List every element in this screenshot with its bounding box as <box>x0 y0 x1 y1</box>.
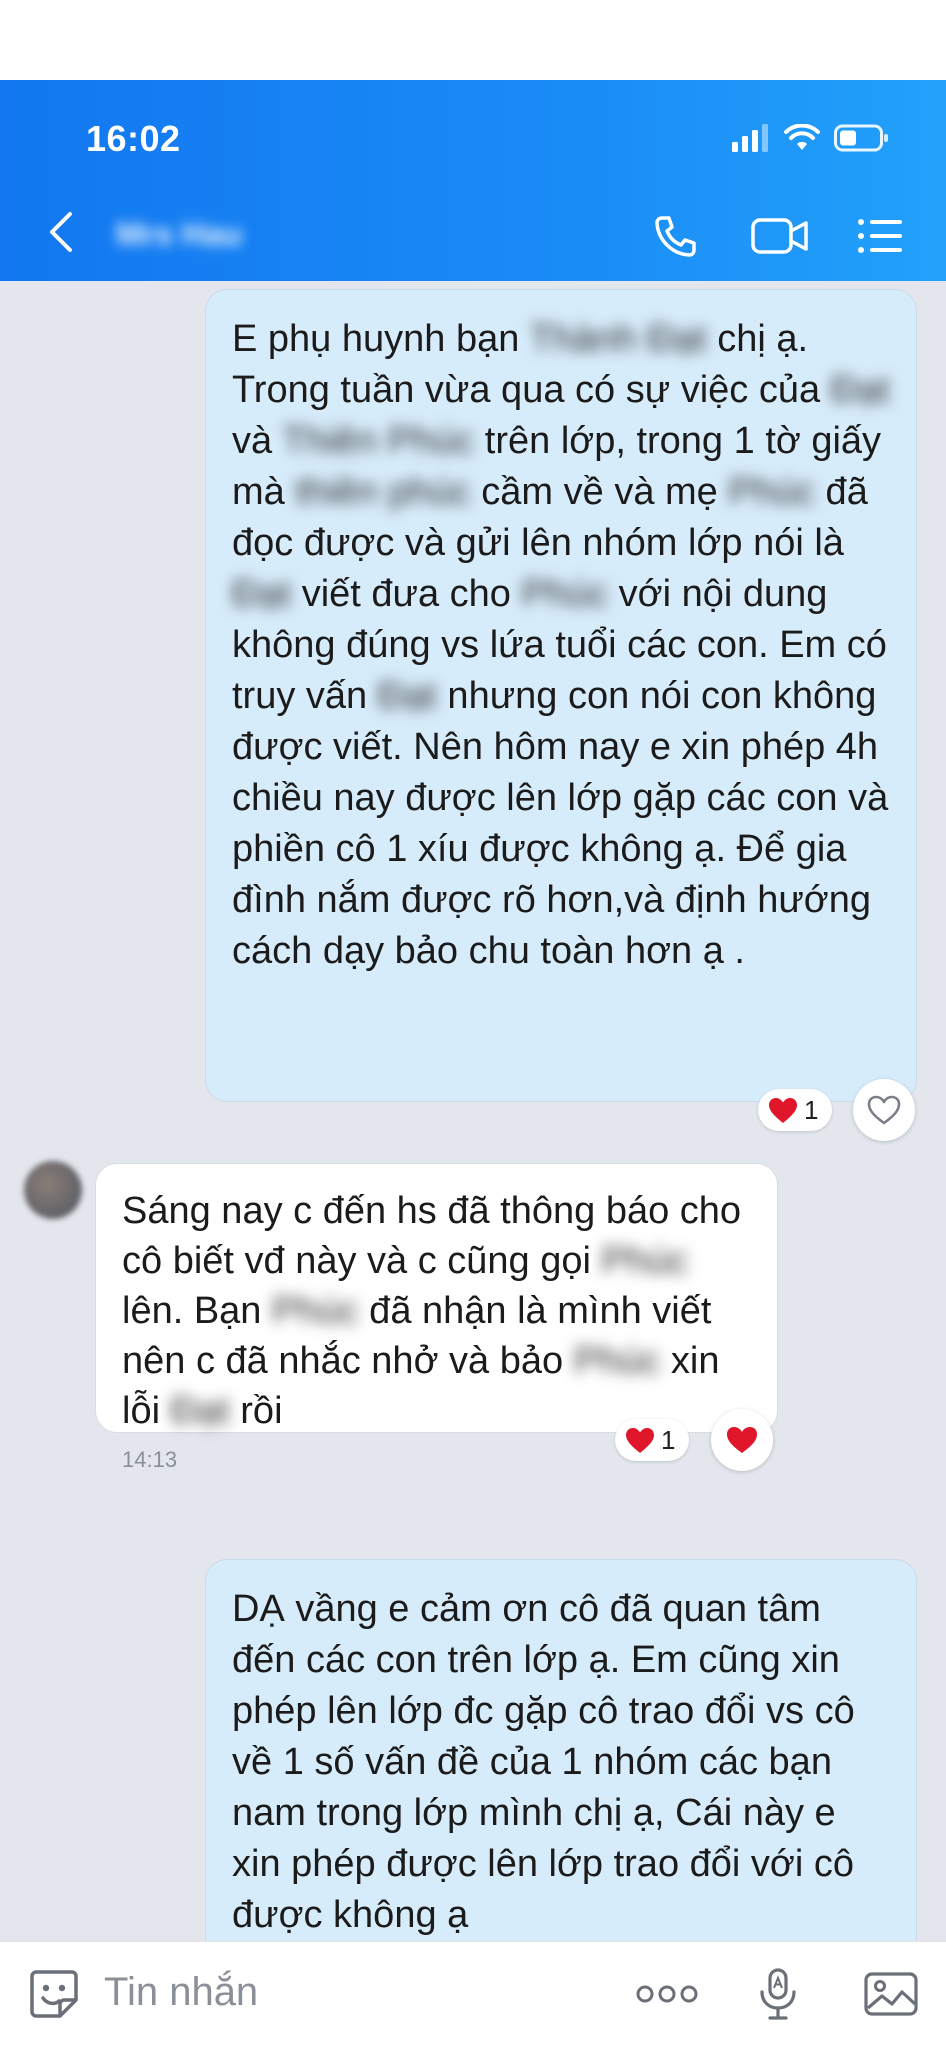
mic-icon <box>760 1968 796 2020</box>
back-icon <box>50 212 72 252</box>
blurred-name: Đạt <box>232 573 292 615</box>
menu-icon <box>858 219 902 253</box>
chat-header: 16:02 Mrs Hau <box>0 80 946 281</box>
heart-icon <box>769 1097 797 1123</box>
heart-icon <box>727 1427 757 1453</box>
status-icons <box>732 118 890 158</box>
sticker-icon <box>30 1970 78 2018</box>
options-button[interactable] <box>850 208 910 264</box>
outgoing-message[interactable]: E phụ huynh bạn Thành Đạt chị ạ. Trong t… <box>205 289 917 1102</box>
blurred-name: Phúc <box>728 471 815 513</box>
heart-icon <box>626 1427 654 1453</box>
call-button[interactable] <box>645 208 705 264</box>
phone-icon <box>655 216 696 257</box>
video-icon <box>751 218 808 254</box>
react-button[interactable] <box>853 1079 915 1141</box>
blurred-name: Thiên Phúc <box>282 420 475 462</box>
wifi-icon <box>784 124 820 150</box>
back-button[interactable] <box>46 210 86 260</box>
outgoing-message[interactable]: DẠ vầng e cảm ơn cô đã quan tâm đến các … <box>205 1559 917 1941</box>
image-button[interactable] <box>860 1964 922 2024</box>
message-text: Sáng nay c đến hs đã thông báo cho cô bi… <box>122 1190 742 1432</box>
composer-bar: Tin nhắn <box>0 1941 946 2048</box>
react-button[interactable] <box>711 1409 773 1471</box>
blurred-name: Phúc <box>272 1290 359 1332</box>
avatar[interactable] <box>24 1161 82 1219</box>
battery-icon <box>834 124 888 152</box>
reaction-summary[interactable]: 1 <box>758 1089 833 1131</box>
blurred-name: thiên phúc <box>295 471 471 513</box>
contact-name[interactable]: Mrs Hau <box>116 216 242 253</box>
more-button[interactable] <box>632 1964 702 2024</box>
blurred-name: Đạt <box>830 369 890 411</box>
blurred-name: Thành Đạt <box>529 318 707 360</box>
blurred-name: Phúc <box>521 573 609 615</box>
signal-icon <box>732 124 768 152</box>
blurred-name: Phúc <box>601 1240 689 1282</box>
sticker-button[interactable] <box>24 1964 84 2024</box>
video-call-button[interactable] <box>745 208 815 264</box>
reaction-summary[interactable]: 1 <box>615 1419 690 1461</box>
blurred-name: Đạt <box>170 1390 230 1432</box>
status-time: 16:02 <box>86 118 181 159</box>
message-input[interactable]: Tin nhắn <box>104 1970 258 2015</box>
message-list[interactable]: E phụ huynh bạn Thành Đạt chị ạ. Trong t… <box>0 281 946 1941</box>
top-margin <box>0 0 946 80</box>
incoming-message[interactable]: Sáng nay c đến hs đã thông báo cho cô bi… <box>95 1163 778 1472</box>
image-icon <box>864 1972 918 2016</box>
blurred-name: Đạt <box>377 675 437 717</box>
heart-outline-icon <box>867 1095 901 1125</box>
voice-button[interactable] <box>748 1964 808 2024</box>
more-icon <box>636 1985 698 2003</box>
blurred-name: Phúc <box>573 1340 661 1382</box>
